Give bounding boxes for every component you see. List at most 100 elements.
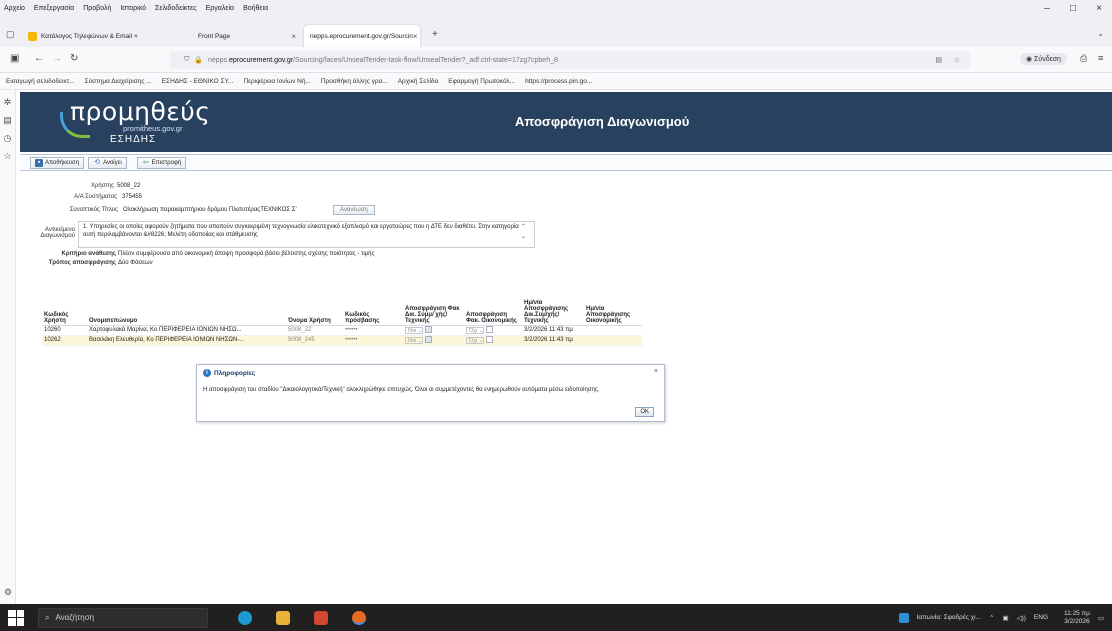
cell-code: 10260 [42, 325, 87, 336]
office-app-icon[interactable] [314, 610, 328, 625]
dialog-title: i Πληροφορίες [203, 369, 255, 377]
bookmark-process-pin[interactable]: https://process.pin.go... [525, 78, 592, 85]
econ-unseal-checkbox[interactable] [486, 326, 493, 334]
col-econ-date[interactable]: Ημ/νία Αποσφράγισης Οικονομικής [584, 286, 642, 326]
col-full-name[interactable]: Ονοματεπώνυμο [87, 286, 286, 326]
bookmark-add-line[interactable]: Προσθήκη άλλης γρα... [321, 78, 388, 85]
bookmark-ionian-region[interactable]: Περιφέρεια Ιονίων Νή... [243, 78, 310, 85]
tab-front-page[interactable]: Front Page × [192, 25, 302, 47]
tab-phone-catalog[interactable]: Κατάλογος Τηλεφώνων & Email × [22, 25, 192, 47]
taskbar-search[interactable]: ⌕ Αναζήτηση [38, 607, 208, 628]
menu-history[interactable]: Ιστορικό [120, 5, 146, 12]
bookmark-star-icon[interactable]: ☆ [954, 56, 960, 64]
clock[interactable]: 11:25 πμ 3/2/2026 [1056, 610, 1090, 626]
menu-bookmarks[interactable]: Σελιδοδείκτες [155, 5, 197, 12]
tech-unseal-checkbox[interactable] [425, 336, 432, 344]
chevron-down-icon[interactable]: ⌄ [1097, 29, 1104, 38]
menu-tools[interactable]: Εργαλεία [206, 5, 234, 12]
bookmark-esidis[interactable]: ΕΣΗΔΗΣ - ΕΘΝΙΚΟ ΣΥ... [162, 78, 234, 85]
open-button[interactable]: ⟲ Ανοίγει [88, 156, 127, 169]
url-bar[interactable]: ⛉ 🔒 nepps. eprocurement.gov.gr/Sourcing/f… [170, 51, 970, 69]
cell-tech-unseal: Ναι ⌄ [403, 335, 464, 346]
reader-view-icon[interactable]: ▤ [935, 56, 942, 64]
user-value: 5008_22 [117, 183, 141, 189]
save-button[interactable]: ▪ Αποθήκευση [30, 156, 85, 169]
notifications-icon[interactable]: ▭ [1098, 614, 1104, 622]
col-password[interactable]: Κωδικός πρόσβασης [343, 286, 403, 326]
forward-arrow-icon[interactable]: → [52, 53, 62, 64]
bookmark-protocol-app[interactable]: Εφαρμογή Πρωτοκόλ... [448, 78, 515, 85]
tab-list-icon[interactable]: ▢ [6, 29, 15, 40]
firefox-app-icon[interactable] [352, 610, 366, 625]
cell-econ-unseal: Όχι ⌄ [464, 325, 522, 336]
cell-econ-unseal: Όχι ⌄ [464, 335, 522, 346]
scroll-down-icon[interactable]: ⌄ [521, 234, 526, 242]
bookmark-home[interactable]: Αρχική Σελίδα [398, 78, 439, 85]
refresh-button[interactable]: Ανανέωση [333, 205, 375, 215]
close-window-button[interactable]: × [1086, 0, 1112, 17]
open-icon: ⟲ [94, 158, 101, 166]
econ-unseal-select[interactable]: Όχι ⌄ [466, 336, 484, 344]
language-indicator[interactable]: ENG [1034, 614, 1048, 621]
col-user-code[interactable]: Κωδικός Χρήστη [42, 286, 87, 326]
sidebar-toggle-icon[interactable]: ▣ [10, 53, 19, 64]
ok-button[interactable]: OK [635, 407, 654, 417]
close-tab-icon[interactable]: × [291, 32, 296, 41]
weather-text[interactable]: Ιαπωνία: Σφοδρές χι... [917, 614, 981, 621]
econ-unseal-checkbox[interactable] [486, 336, 493, 344]
info-icon: i [203, 369, 211, 377]
tab-eprocurement[interactable]: nepps.eprocurement.gov.gr/Sourcin × [304, 25, 420, 47]
network-icon[interactable]: ▣ [1002, 614, 1008, 622]
edge-app-icon[interactable] [238, 610, 252, 625]
catalog-favicon-icon [28, 31, 37, 41]
history-icon[interactable]: ◷ [0, 133, 15, 144]
tech-unseal-checkbox[interactable] [425, 326, 432, 334]
econ-unseal-select[interactable]: Όχι ⌄ [466, 326, 484, 334]
maximize-button[interactable]: □ [1060, 0, 1086, 17]
col-username[interactable]: Όνομα Χρήστη [286, 286, 343, 326]
table-row[interactable]: 10260 Χαρτοφυλακά Μαρίνα, Κο ΠΕΡΙΦΕΡΕΙΑ … [42, 325, 642, 336]
hamburger-menu-icon[interactable]: ≡ [1098, 53, 1103, 63]
share-icon[interactable]: ⎙ [1080, 53, 1087, 64]
dialog-message: Η αποσφράγιση του σταδίου "Δικαιολογητικ… [203, 387, 600, 393]
dialog-close-button[interactable]: × [654, 368, 658, 375]
star-icon[interactable]: ☆ [0, 151, 15, 162]
bookmarks-icon[interactable]: ▤ [0, 115, 15, 126]
login-button[interactable]: ◉ Σύνδεση [1020, 53, 1067, 65]
cell-econ-date [584, 335, 642, 346]
new-tab-button[interactable]: + [432, 29, 438, 40]
weather-icon [898, 612, 909, 623]
tech-unseal-select[interactable]: Ναι ⌄ [405, 336, 423, 344]
scroll-up-icon[interactable]: ⌃ [521, 224, 526, 232]
bookmark-management-system[interactable]: Σύστημα Διαχείρισης ... [85, 78, 152, 85]
file-explorer-icon[interactable] [276, 610, 290, 625]
subject-label: Αντικείμενο Διαγωνισμού [40, 227, 75, 239]
col-tech-unseal[interactable]: Αποσφράγιση Φακ Δικ. Συμμ/ χής/Τεχνικής [403, 286, 464, 326]
cell-tech-date: 3/2/2026 11:43 πμ [522, 335, 584, 346]
menu-file[interactable]: Αρχείο [4, 5, 25, 12]
windows-start-icon[interactable] [8, 609, 24, 626]
table-row[interactable]: 10262 Βασιλάκη Ελευθερία, Κο ΠΕΡΙΦΕΡΕΙΑ … [42, 335, 642, 346]
volume-icon[interactable]: ◁)) [1017, 614, 1026, 622]
minimize-button[interactable]: – [1034, 0, 1060, 17]
menu-bar: Αρχείο Επεξεργασία Προβολή Ιστορικό Σελι… [0, 0, 1112, 17]
back-button[interactable]: ⇦ Επιστροφή [136, 156, 187, 169]
close-tab-icon[interactable]: × [413, 32, 418, 41]
extensions-icon[interactable]: ✲ [0, 97, 15, 108]
menu-edit[interactable]: Επεξεργασία [34, 5, 74, 12]
menu-help[interactable]: Βοήθεια [243, 5, 268, 12]
title-value: Ολοκλήρωση παρακαμπτήριου δρόμου Πλατυτέ… [123, 207, 297, 213]
menu-view[interactable]: Προβολή [83, 5, 111, 12]
col-econ-unseal[interactable]: Αποσφράγιση Φακ. Οικονομικής [464, 286, 522, 326]
user-label: Χρήστης [90, 183, 114, 189]
subject-textarea[interactable]: 1. Υπηρεσίες οι οποίες αφορούν ζητήματα … [78, 221, 535, 248]
bookmark-import[interactable]: Εισαγωγή σελιδοδεικτ... [6, 78, 75, 85]
tech-unseal-select[interactable]: Ναι ⌄ [405, 326, 423, 334]
back-arrow-icon[interactable]: ← [34, 53, 44, 64]
col-tech-date[interactable]: Ημ/νία Αποσφράγισης Δικ.Συμ/χής/ Τεχνική… [522, 286, 584, 326]
cell-code: 10262 [42, 335, 87, 346]
settings-gear-icon[interactable]: ⚙ [4, 587, 12, 598]
reload-icon[interactable]: ↻ [70, 53, 78, 64]
tray-chevron-icon[interactable]: ⌃ [989, 614, 994, 622]
title-label: Συνοπτικός Τίτλος [69, 207, 118, 213]
